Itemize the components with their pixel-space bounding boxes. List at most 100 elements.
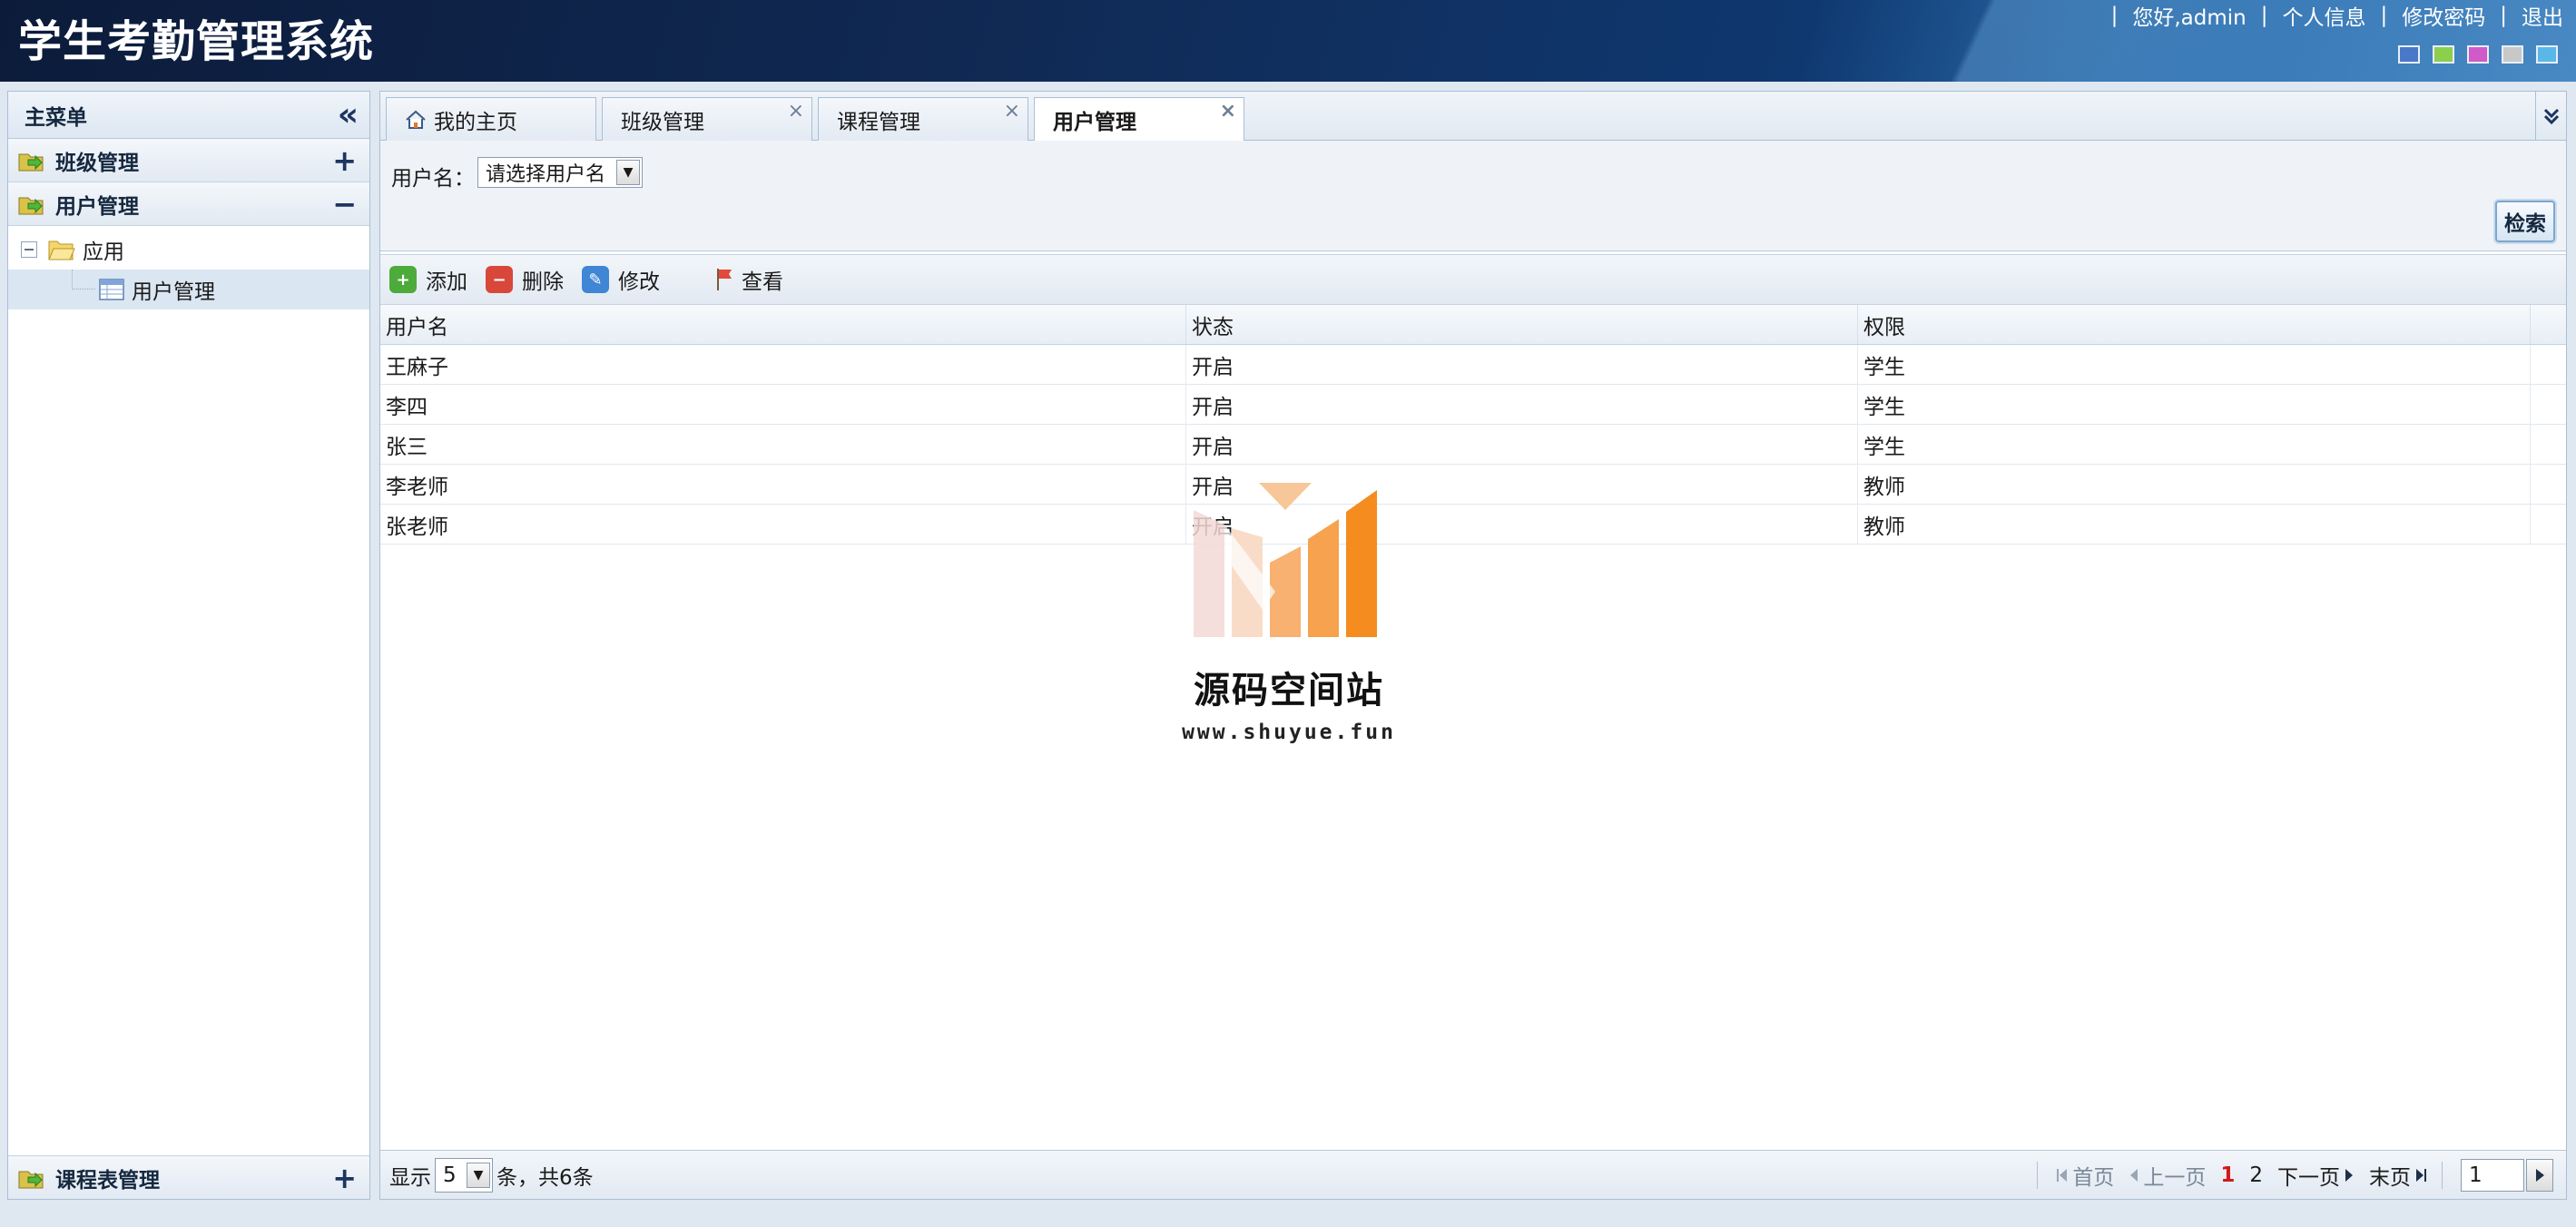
tab-label: 用户管理 [1053, 111, 1136, 134]
change-password-link[interactable]: 修改密码 [2402, 0, 2485, 31]
close-icon[interactable]: × [1004, 100, 1020, 123]
app-header: 学生考勤管理系统 | 您好,admin | 个人信息 | 修改密码 | 退出 [0, 0, 2576, 82]
menu-section-label: 用户管理 [55, 194, 139, 219]
table-row[interactable]: 李四 开启 学生 [380, 385, 2566, 425]
menu-section-class[interactable]: 班级管理 + [8, 139, 369, 182]
last-page-button[interactable]: 末页 [2369, 1160, 2427, 1191]
page-size-select[interactable]: 5 ▼ [435, 1157, 493, 1193]
tab-label: 课程管理 [837, 110, 920, 134]
tree-item-label: 用户管理 [132, 280, 215, 304]
logout-link[interactable]: 退出 [2522, 0, 2563, 31]
menu-section-label: 课程表管理 [55, 1168, 160, 1193]
double-chevron-left-icon[interactable]: « [338, 98, 359, 132]
theme-sky-swatch[interactable] [2536, 45, 2558, 64]
menu-section-schedule[interactable]: 课程表管理 + [8, 1155, 369, 1199]
folder-arrow-icon [18, 1171, 44, 1188]
first-page-icon [2057, 1169, 2068, 1182]
edit-button[interactable]: ✎ 修改 [582, 264, 660, 295]
tree-item-user-management[interactable]: 用户管理 [8, 270, 369, 309]
table-row[interactable]: 张三 开启 学生 [380, 425, 2566, 465]
username-label: 用户名： [391, 167, 475, 191]
theme-pink-swatch[interactable] [2467, 45, 2489, 64]
next-page-icon [2345, 1169, 2353, 1182]
column-header-username[interactable]: 用户名 [380, 305, 1186, 344]
column-header-permission[interactable]: 权限 [1858, 305, 2531, 344]
theme-green-swatch[interactable] [2433, 45, 2454, 64]
goto-page-input[interactable]: 1 [2461, 1159, 2524, 1192]
add-button[interactable]: + 添加 [389, 264, 467, 295]
cell-permission: 学生 [1858, 345, 2531, 384]
separator: | [2380, 4, 2388, 27]
flag-icon [717, 269, 732, 290]
view-button[interactable]: 查看 [714, 264, 783, 295]
main-menu-title: 主菜单 [25, 105, 87, 130]
dropdown-arrow-icon[interactable]: ▼ [616, 160, 640, 185]
tab-home[interactable]: 我的主页 [386, 97, 596, 141]
close-icon[interactable]: × [788, 100, 804, 123]
cell-username: 张老师 [380, 505, 1186, 544]
delete-icon: − [486, 266, 513, 293]
theme-blue-dark-swatch[interactable] [2398, 45, 2420, 64]
folder-open-icon [48, 240, 75, 260]
add-icon: + [389, 266, 417, 293]
edit-icon: ✎ [582, 266, 609, 293]
theme-switcher [2398, 45, 2558, 64]
cell-permission: 学生 [1858, 425, 2531, 464]
cell-status: 开启 [1186, 425, 1858, 464]
user-table: 用户名 状态 权限 王麻子 开启 学生 李四 开启 学生 张三 开启 学生 李老… [380, 305, 2566, 545]
profile-link[interactable]: 个人信息 [2283, 0, 2366, 31]
dropdown-arrow-icon[interactable]: ▼ [467, 1162, 490, 1188]
table-row[interactable]: 张老师 开启 教师 [380, 505, 2566, 545]
prev-page-button[interactable]: 上一页 [2129, 1160, 2206, 1191]
delete-button[interactable]: − 删除 [486, 264, 564, 295]
cell-status: 开启 [1186, 345, 1858, 384]
page-number[interactable]: 2 [2249, 1163, 2263, 1187]
prev-page-icon [2130, 1169, 2138, 1182]
username-select[interactable]: 请选择用户名 ▼ [477, 157, 643, 188]
tab-user[interactable]: 用户管理 × [1034, 97, 1244, 142]
cell-username: 王麻子 [380, 345, 1186, 384]
tree-collapse-icon[interactable] [21, 241, 37, 258]
cell-username: 李四 [380, 385, 1186, 424]
username-select-value: 请选择用户名 [486, 163, 606, 186]
theme-gray-swatch[interactable] [2502, 45, 2523, 64]
app-title: 学生考勤管理系统 [18, 16, 375, 67]
goto-page-button[interactable] [2526, 1159, 2553, 1192]
plus-icon[interactable]: + [332, 1163, 357, 1193]
last-page-icon [2416, 1169, 2426, 1182]
main-menu-panel: 主菜单 « 班级管理 + 用户管理 − 应用 用户管理 课程表管理 + [7, 91, 370, 1200]
cell-status: 开启 [1186, 385, 1858, 424]
double-chevron-down-icon[interactable] [2535, 92, 2566, 141]
divider [2442, 1162, 2443, 1189]
watermark-logo [1194, 483, 1377, 637]
table-row[interactable]: 李老师 开启 教师 [380, 465, 2566, 505]
table-row[interactable]: 王麻子 开启 学生 [380, 345, 2566, 385]
search-button[interactable]: 检索 [2495, 201, 2555, 242]
folder-arrow-icon [18, 153, 44, 171]
watermark-url: www.shuyue.fun [1182, 721, 1396, 744]
separator: | [2260, 4, 2268, 27]
next-page-button[interactable]: 下一页 [2277, 1160, 2355, 1191]
first-page-button[interactable]: 首页 [2056, 1160, 2114, 1191]
minus-icon[interactable]: − [332, 190, 357, 219]
cell-permission: 教师 [1858, 465, 2531, 504]
close-icon[interactable]: × [1220, 100, 1236, 123]
last-page-label: 末页 [2369, 1166, 2411, 1190]
add-label: 添加 [426, 270, 467, 294]
tree-folder-app[interactable]: 应用 [8, 230, 369, 270]
tab-label: 班级管理 [621, 110, 704, 134]
column-header-status[interactable]: 状态 [1186, 305, 1858, 344]
watermark: 源码空间站 www.shuyue.fun [1180, 483, 1398, 744]
record-summary: 条，共6条 [497, 1165, 594, 1190]
watermark-title: 源码空间站 [1194, 670, 1384, 712]
page-number-current[interactable]: 1 [2220, 1163, 2235, 1187]
menu-section-user[interactable]: 用户管理 − [8, 182, 369, 226]
tab-bar: 我的主页 班级管理 × 课程管理 × 用户管理 × [380, 92, 2566, 142]
cell-username: 李老师 [380, 465, 1186, 504]
grid-toolbar: + 添加 − 删除 ✎ 修改 查看 [380, 254, 2566, 305]
main-menu-header: 主菜单 « [8, 92, 369, 139]
delete-label: 删除 [522, 270, 564, 294]
tab-course[interactable]: 课程管理 × [818, 97, 1028, 141]
tab-class[interactable]: 班级管理 × [602, 97, 812, 141]
plus-icon[interactable]: + [332, 146, 357, 175]
